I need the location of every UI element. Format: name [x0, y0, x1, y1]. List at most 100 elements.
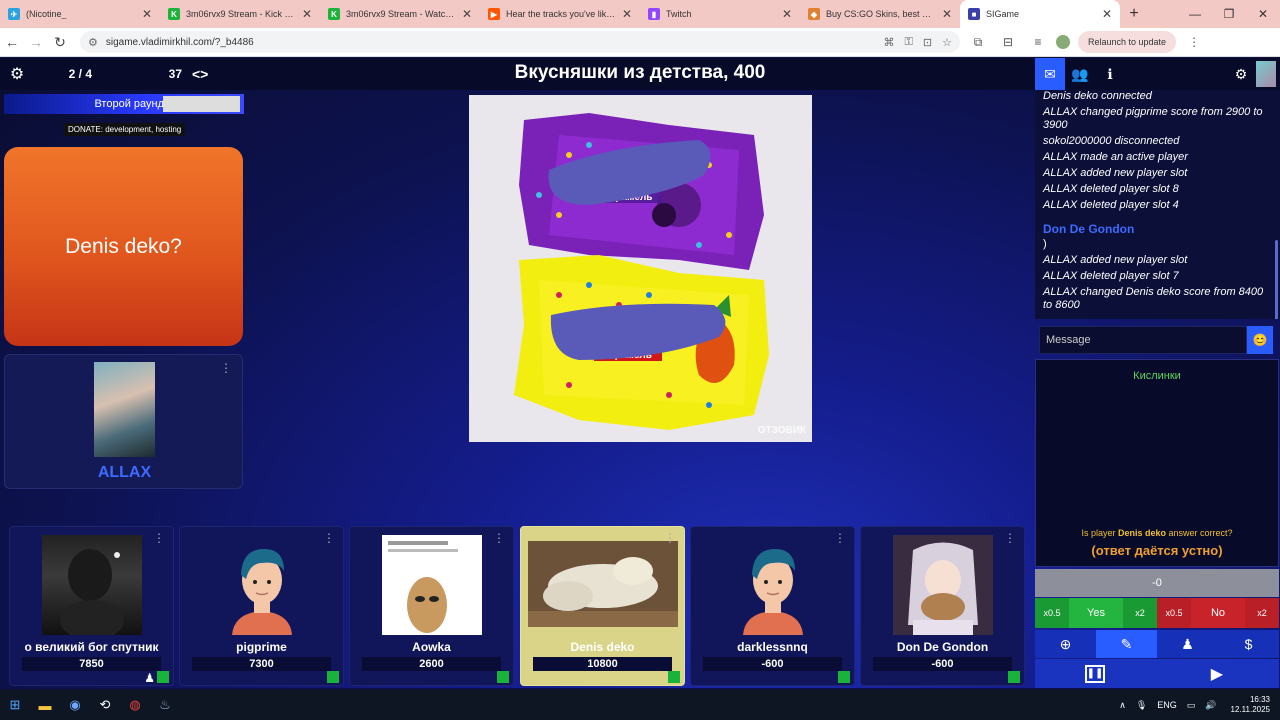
player-card[interactable]: ⋮ о великий бог спутник 7850 ♟ — [9, 526, 174, 686]
close-icon[interactable]: ✕ — [942, 7, 952, 21]
install-icon[interactable]: ⊡ — [923, 36, 932, 49]
close-icon[interactable]: ✕ — [1102, 7, 1112, 21]
chat-scrollbar[interactable] — [1275, 240, 1278, 319]
browser-tab[interactable]: K3m06rvx9 Stream - Watch Live✕ — [320, 0, 480, 28]
add-player-icon[interactable]: ⊕ — [1035, 630, 1096, 658]
edit-player-icon[interactable]: ✎ — [1096, 630, 1157, 658]
close-icon[interactable]: ✕ — [462, 7, 472, 21]
more-icon[interactable]: ⋮ — [834, 531, 846, 545]
reading-list-icon[interactable]: ≡ — [1026, 35, 1050, 49]
yes-button[interactable]: Yes — [1068, 598, 1124, 628]
windows-start-icon[interactable]: ⊞ — [0, 697, 30, 713]
player-card[interactable]: ⋮ pigprime 7300 — [179, 526, 344, 686]
player-name: о великий бог спутник — [24, 640, 159, 654]
browser-tab[interactable]: ✈ (Nicotine_ ✕ — [0, 0, 160, 28]
browser-menu-icon[interactable]: ⋮ — [1182, 35, 1206, 49]
players-icon[interactable]: 👥 — [1065, 66, 1095, 83]
message-input[interactable]: Message — [1039, 326, 1247, 354]
new-tab-button[interactable]: + — [1120, 5, 1148, 23]
browser-tab-active[interactable]: ■ SIGame ✕ — [960, 0, 1120, 28]
volume-icon[interactable]: 🔊 — [1205, 700, 1216, 711]
profile-avatar[interactable] — [1056, 35, 1070, 49]
close-window-icon[interactable]: ✕ — [1246, 0, 1280, 28]
pawn-icon[interactable]: ♟ — [1157, 630, 1218, 658]
chat-log: Denis deko connected ALLAX changed pigpr… — [1035, 90, 1280, 319]
window-controls: — ❐ ✕ — [1178, 0, 1280, 28]
chrome-icon[interactable]: ◍ — [120, 697, 150, 713]
password-icon[interactable]: ⚿ — [905, 36, 913, 49]
more-icon[interactable]: ⋮ — [664, 531, 676, 545]
relaunch-button[interactable]: Relaunch to update — [1078, 31, 1177, 53]
question-image: карамель Карамель ОТЗОВИК — [469, 95, 812, 442]
nav-arrows-icon[interactable]: <> — [192, 66, 208, 82]
player-avatar — [382, 535, 482, 635]
game-area: ⚙ 2 / 4 37 <> Вкусняшки из детства, 400 … — [0, 58, 1280, 688]
host-mode-bar: ⊕ ✎ ♟ $ — [1035, 630, 1279, 658]
site-info-icon[interactable]: ⚙ — [88, 36, 98, 49]
close-icon[interactable]: ✕ — [142, 7, 152, 21]
yes-half-button[interactable]: x0.5 — [1035, 598, 1069, 628]
player-card[interactable]: ⋮ Don De Gondon -600 — [860, 526, 1025, 686]
minimize-icon[interactable]: — — [1178, 0, 1212, 28]
money-icon[interactable]: $ — [1218, 630, 1279, 658]
game-menu-icon[interactable]: ⚙ — [2, 64, 32, 84]
bookmark-star-icon[interactable]: ☆ — [942, 36, 952, 49]
browser-tab[interactable]: ▮ Twitch ✕ — [640, 0, 800, 28]
language-indicator[interactable]: ENG — [1157, 700, 1177, 710]
player-score: 10800 — [533, 657, 672, 671]
chat-message: ALLAX changed pigprime score from 2900 t… — [1043, 106, 1263, 131]
screenshot-icon[interactable]: ⊟ — [996, 35, 1020, 49]
no-double-button[interactable]: x2 — [1245, 598, 1279, 628]
app-icon[interactable]: ⟲ — [90, 697, 120, 713]
yes-double-button[interactable]: x2 — [1123, 598, 1157, 628]
more-icon[interactable]: ⋮ — [153, 531, 165, 545]
sigame-icon: ■ — [968, 8, 980, 20]
player-card[interactable]: ⋮ Aowka 2600 — [349, 526, 514, 686]
judge-note: (ответ даётся устно) — [1091, 543, 1223, 558]
back-icon[interactable]: ← — [0, 34, 24, 50]
pause-button[interactable]: ❚❚ — [1085, 664, 1105, 683]
close-icon[interactable]: ✕ — [782, 7, 792, 21]
settings-icon[interactable]: ⚙ — [1226, 66, 1256, 83]
app-icon[interactable]: ◉ — [60, 697, 90, 713]
info-icon[interactable]: ℹ — [1095, 66, 1125, 83]
file-explorer-icon[interactable]: ▬ — [30, 698, 60, 713]
user-avatar[interactable] — [1256, 61, 1276, 87]
reload-icon[interactable]: ↻ — [48, 34, 72, 51]
player-name: pigprime — [236, 640, 287, 654]
clock[interactable]: 16:33 12.11.2025 — [1231, 695, 1270, 715]
play-button[interactable]: ▶ — [1211, 664, 1223, 684]
chat-icon[interactable]: ✉ — [1035, 58, 1065, 90]
chevron-up-icon[interactable]: ∧ — [1119, 700, 1126, 711]
browser-tab[interactable]: ◆Buy CS:GO Skins, best Marketpl✕ — [800, 0, 960, 28]
emoji-button[interactable]: 😊 — [1247, 326, 1273, 354]
steam-icon[interactable]: ♨ — [150, 697, 180, 713]
candy-photo: карамель Карамель — [469, 95, 812, 442]
browser-tab[interactable]: ▶Hear the tracks you've liked: on✕ — [480, 0, 640, 28]
player-card-active[interactable]: ⋮ Denis deko 10800 — [520, 526, 685, 686]
donate-link[interactable]: DONATE: development, hosting — [64, 123, 186, 136]
browser-tab[interactable]: K3m06rvx9 Stream - Kick Dashbo✕ — [160, 0, 320, 28]
score-adjust-field[interactable]: -0 — [1035, 569, 1279, 597]
player-card[interactable]: ⋮ darklessnnq -600 — [690, 526, 855, 686]
more-icon[interactable]: ⋮ — [323, 531, 335, 545]
playback-bar: ❚❚ ▶ — [1035, 659, 1279, 688]
more-icon[interactable]: ⋮ — [220, 361, 232, 375]
close-icon[interactable]: ✕ — [622, 7, 632, 21]
close-icon[interactable]: ✕ — [302, 7, 312, 21]
more-icon[interactable]: ⋮ — [493, 531, 505, 545]
emoji-icon: 😊 — [1252, 333, 1268, 347]
no-button[interactable]: No — [1190, 598, 1246, 628]
more-icon[interactable]: ⋮ — [1004, 531, 1016, 545]
player-name: Denis deko — [570, 640, 635, 654]
network-icon[interactable]: ▭ — [1187, 700, 1196, 711]
forward-icon[interactable]: → — [24, 34, 48, 50]
judge-question: Is player Denis deko answer correct? — [1081, 528, 1233, 538]
person-icon: ♟ — [144, 671, 155, 685]
translate-icon[interactable]: ⌘ — [884, 36, 895, 49]
url-field[interactable]: ⚙ sigame.vladimirkhil.com/?_b4486 ⌘ ⚿ ⊡ … — [80, 31, 960, 53]
microphone-icon[interactable]: 🎙 — [1136, 700, 1147, 711]
maximize-icon[interactable]: ❐ — [1212, 0, 1246, 28]
no-half-button[interactable]: x0.5 — [1157, 598, 1191, 628]
extensions-icon[interactable]: ⧉ — [966, 35, 990, 50]
